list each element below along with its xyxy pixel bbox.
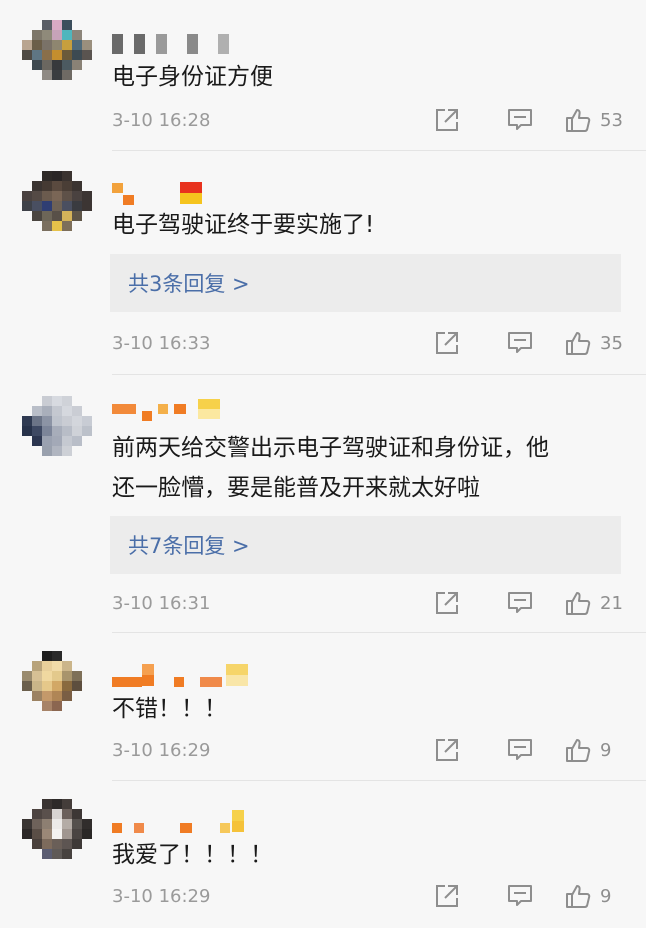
comment-text: 电子身份证方便 bbox=[112, 64, 273, 90]
avatar[interactable] bbox=[22, 171, 92, 241]
thumbs-up-icon bbox=[566, 332, 591, 355]
comment-actions: 9 bbox=[434, 882, 624, 910]
view-replies-link[interactable]: 共7条回复 > bbox=[128, 530, 250, 560]
share-button[interactable] bbox=[434, 107, 460, 133]
comment-text: 我爱了！！！！ bbox=[112, 842, 273, 868]
username-blurred[interactable] bbox=[112, 809, 244, 833]
comment-actions: 21 bbox=[434, 589, 624, 617]
share-icon bbox=[436, 739, 458, 761]
username-blurred[interactable] bbox=[112, 397, 220, 421]
comment-text: 前两天给交警出示电子驾驶证和身份证，他 还一脸懵，要是能普及开来就太好啦 bbox=[112, 435, 549, 501]
share-button[interactable] bbox=[434, 590, 460, 616]
share-icon bbox=[436, 885, 458, 907]
thumbs-up-icon bbox=[566, 109, 591, 132]
replies-box[interactable]: 共3条回复 > bbox=[110, 254, 621, 312]
like-button[interactable]: 53 bbox=[564, 106, 624, 134]
share-button[interactable] bbox=[434, 883, 460, 909]
comment-actions: 9 bbox=[434, 736, 624, 764]
comment-icon bbox=[508, 885, 532, 906]
comment-icon bbox=[508, 109, 532, 130]
comment-button[interactable] bbox=[506, 106, 534, 134]
avatar[interactable] bbox=[22, 396, 92, 466]
comment-button[interactable] bbox=[506, 882, 534, 910]
username-blurred[interactable] bbox=[112, 32, 229, 56]
comment-item: 前两天给交警出示电子驾驶证和身份证，他 还一脸懵，要是能普及开来就太好啦 共7条… bbox=[0, 375, 646, 633]
share-button[interactable] bbox=[434, 330, 460, 356]
share-button[interactable] bbox=[434, 737, 460, 763]
comment-item: 我爱了！！！！ 3-10 16:29 9 bbox=[0, 781, 646, 928]
timestamp: 3-10 16:33 bbox=[112, 333, 211, 354]
comment-button[interactable] bbox=[506, 589, 534, 617]
comment-button[interactable] bbox=[506, 736, 534, 764]
share-icon bbox=[436, 109, 458, 131]
timestamp: 3-10 16:28 bbox=[112, 110, 211, 131]
like-button[interactable]: 9 bbox=[564, 736, 624, 764]
thumbs-up-icon bbox=[566, 739, 591, 762]
like-count: 35 bbox=[600, 332, 623, 354]
like-count: 9 bbox=[600, 739, 612, 761]
timestamp: 3-10 16:29 bbox=[112, 740, 211, 761]
share-icon bbox=[436, 592, 458, 614]
comment-actions: 35 bbox=[434, 329, 624, 357]
timestamp: 3-10 16:31 bbox=[112, 593, 211, 614]
avatar[interactable] bbox=[22, 651, 92, 721]
comment-text: 电子驾驶证终于要实施了! bbox=[112, 212, 375, 238]
thumbs-up-icon bbox=[566, 592, 591, 615]
thumbs-up-icon bbox=[566, 885, 591, 908]
comment-actions: 53 bbox=[434, 106, 624, 134]
comment-item: 电子驾驶证终于要实施了! 共3条回复 > 3-10 16:33 35 bbox=[0, 151, 646, 375]
timestamp: 3-10 16:29 bbox=[112, 886, 211, 907]
avatar[interactable] bbox=[22, 799, 92, 869]
replies-box[interactable]: 共7条回复 > bbox=[110, 516, 621, 574]
username-blurred[interactable] bbox=[112, 663, 248, 687]
comment-text: 不错！！！ bbox=[112, 696, 227, 722]
comment-button[interactable] bbox=[506, 329, 534, 357]
comment-icon bbox=[508, 592, 532, 613]
comment-item: 不错！！！ 3-10 16:29 9 bbox=[0, 633, 646, 781]
comment-feed: 电子身份证方便 3-10 16:28 53 电子驾驶证终于要实施了! 共3条回复… bbox=[0, 0, 646, 928]
username-blurred[interactable] bbox=[112, 181, 202, 205]
like-count: 53 bbox=[600, 109, 623, 131]
like-count: 9 bbox=[600, 885, 612, 907]
view-replies-link[interactable]: 共3条回复 > bbox=[128, 268, 250, 298]
comment-icon bbox=[508, 332, 532, 353]
avatar[interactable] bbox=[22, 20, 92, 90]
like-button[interactable]: 21 bbox=[564, 589, 624, 617]
like-button[interactable]: 9 bbox=[564, 882, 624, 910]
share-icon bbox=[436, 332, 458, 354]
like-button[interactable]: 35 bbox=[564, 329, 624, 357]
like-count: 21 bbox=[600, 592, 623, 614]
comment-item: 电子身份证方便 3-10 16:28 53 bbox=[0, 0, 646, 151]
comment-icon bbox=[508, 739, 532, 760]
